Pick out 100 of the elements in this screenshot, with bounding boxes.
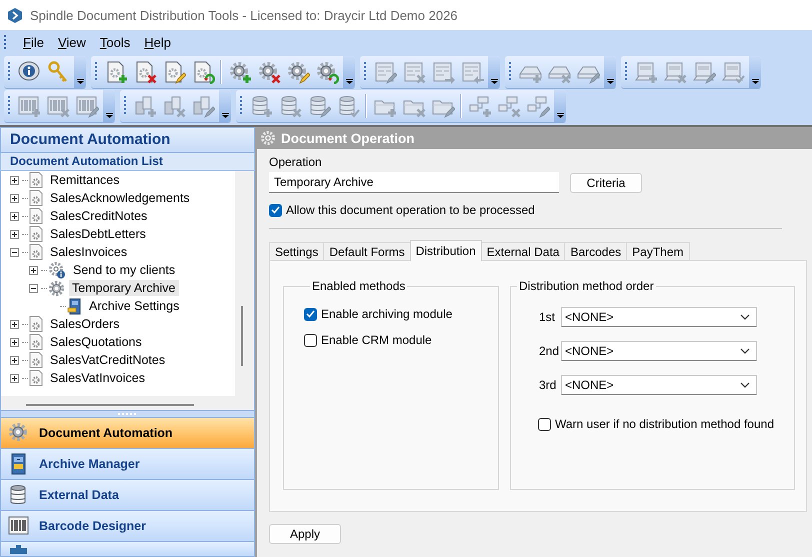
caret-icon: [490, 79, 498, 84]
menu-item[interactable]: Help: [137, 33, 178, 52]
form-icon: [430, 60, 454, 84]
tree-item[interactable]: SalesVatCreditNotes: [47, 352, 168, 368]
checkbox[interactable]: [304, 334, 317, 346]
caret-icon: [76, 79, 84, 84]
barcode-icon: [16, 94, 40, 118]
toolbar-dropdown[interactable]: [343, 56, 355, 88]
tree-item[interactable]: Archive Settings: [86, 298, 182, 314]
barcode-icon: [46, 94, 70, 118]
key-icon: [46, 60, 70, 84]
checkbox[interactable]: [304, 308, 317, 320]
tree-item[interactable]: SalesDebtLetters: [47, 226, 149, 242]
scrollbar-thumb[interactable]: [26, 404, 194, 406]
barcode-icon: [74, 94, 98, 118]
caret-icon: [752, 79, 758, 84]
expand-toggle[interactable]: [10, 176, 22, 184]
expand-toggle[interactable]: [10, 320, 22, 328]
expand-toggle[interactable]: [10, 212, 22, 220]
collapse-toggle[interactable]: [10, 248, 22, 256]
toolbar-dropdown[interactable]: [74, 56, 86, 88]
form-icon: [460, 60, 484, 84]
tree-item[interactable]: Remittances: [47, 172, 122, 188]
toolbar-dropdown[interactable]: [103, 90, 115, 122]
caret-icon: [222, 113, 228, 118]
field-label: 3rd: [539, 378, 555, 392]
list-title: Document Automation List: [0, 153, 255, 171]
caret-icon: [556, 113, 564, 118]
apply-button[interactable]: Apply: [269, 524, 341, 544]
tree-item[interactable]: SalesInvoices: [47, 244, 130, 260]
navigation-button[interactable]: Archive Manager: [0, 449, 255, 480]
form-icon: [372, 60, 396, 84]
puzzle-icon: [162, 94, 186, 118]
checkbox-label: Allow this document operation to be processed: [286, 203, 535, 217]
gear-icon: [256, 60, 280, 84]
dropdown[interactable]: <NONE>: [561, 341, 757, 361]
expand-toggle[interactable]: [10, 194, 22, 202]
dropdown[interactable]: <NONE>: [561, 307, 757, 327]
chevron-icon: [740, 382, 750, 388]
toolbar-dropdown[interactable]: [488, 56, 500, 88]
expand-toggle[interactable]: [10, 338, 22, 346]
diagram-icon: [496, 94, 520, 118]
checkbox[interactable]: [269, 204, 282, 216]
expand-toggle[interactable]: [10, 374, 22, 382]
tree-item[interactable]: Temporary Archive: [69, 280, 179, 296]
tree-item[interactable]: SalesCreditNotes: [47, 208, 150, 224]
navigation-button[interactable]: [0, 542, 255, 557]
toolbar-dropdown[interactable]: [554, 90, 566, 122]
navigation-button[interactable]: Barcode Designer: [0, 511, 255, 542]
chevron-icon: [740, 314, 750, 320]
chevron-icon: [740, 348, 750, 354]
tab[interactable]: Distribution: [410, 240, 482, 261]
tree-item[interactable]: SalesQuotations: [47, 334, 145, 350]
gear-icon: [48, 280, 65, 296]
caret-icon: [106, 113, 112, 118]
app-logo-icon: [8, 8, 22, 22]
panel-title: Document Operation: [281, 130, 415, 146]
gear-icon: [286, 60, 310, 84]
panel-title: Document Automation: [0, 127, 255, 153]
group-title: Enabled methods: [311, 279, 406, 293]
expand-toggle[interactable]: [10, 230, 22, 238]
field-label: 1st: [539, 310, 555, 324]
group-title: Distribution method order: [518, 279, 655, 293]
caret-icon: [606, 79, 614, 84]
menu-item[interactable]: File: [16, 33, 51, 52]
checkbox-label: Enable CRM module: [321, 333, 432, 347]
navigation-button[interactable]: Document Automation: [0, 418, 255, 449]
tree-item[interactable]: Send to my clients: [70, 262, 178, 278]
diagram-icon: [526, 94, 550, 118]
expand-toggle[interactable]: [29, 266, 41, 274]
scrollbar-thumb[interactable]: [241, 306, 243, 366]
gear-icon: [314, 60, 338, 84]
printer-icon: [662, 60, 686, 84]
tab[interactable]: PayThem: [626, 242, 690, 261]
collapse-toggle[interactable]: [29, 284, 41, 292]
tree-item[interactable]: SalesAcknowledgements: [47, 190, 193, 206]
menu-item[interactable]: Tools: [92, 33, 138, 52]
tab[interactable]: Settings: [269, 242, 324, 261]
printer-icon: [720, 60, 744, 84]
toolbar-dropdown[interactable]: [219, 90, 231, 122]
checkbox[interactable]: [538, 418, 551, 430]
checkbox-label: Enable archiving module: [321, 307, 452, 321]
tree-item[interactable]: SalesOrders: [47, 316, 122, 332]
operation-name-field[interactable]: Temporary Archive: [269, 172, 559, 193]
tree-item[interactable]: SalesVatInvoices: [47, 370, 148, 386]
toolbar-dropdown[interactable]: [604, 56, 616, 88]
criteria-button[interactable]: Criteria: [570, 172, 642, 192]
toolbar-dropdown[interactable]: [749, 56, 761, 88]
dropdown[interactable]: <NONE>: [561, 375, 757, 395]
form-icon: [402, 60, 426, 84]
checkbox-label: Warn user if no distribution method found: [555, 417, 774, 431]
puzzle-icon: [190, 94, 214, 118]
expand-toggle[interactable]: [10, 356, 22, 364]
caret-icon: [346, 79, 352, 84]
gear-icon: [228, 60, 252, 84]
menu-item[interactable]: View: [50, 33, 93, 52]
puzzle-icon: [132, 94, 156, 118]
gear-icon: [260, 130, 276, 146]
navigation-button[interactable]: External Data: [0, 480, 255, 511]
window-title: Spindle Document Distribution Tools - Licensed to: Draycir Ltd Demo 2026: [30, 8, 458, 22]
